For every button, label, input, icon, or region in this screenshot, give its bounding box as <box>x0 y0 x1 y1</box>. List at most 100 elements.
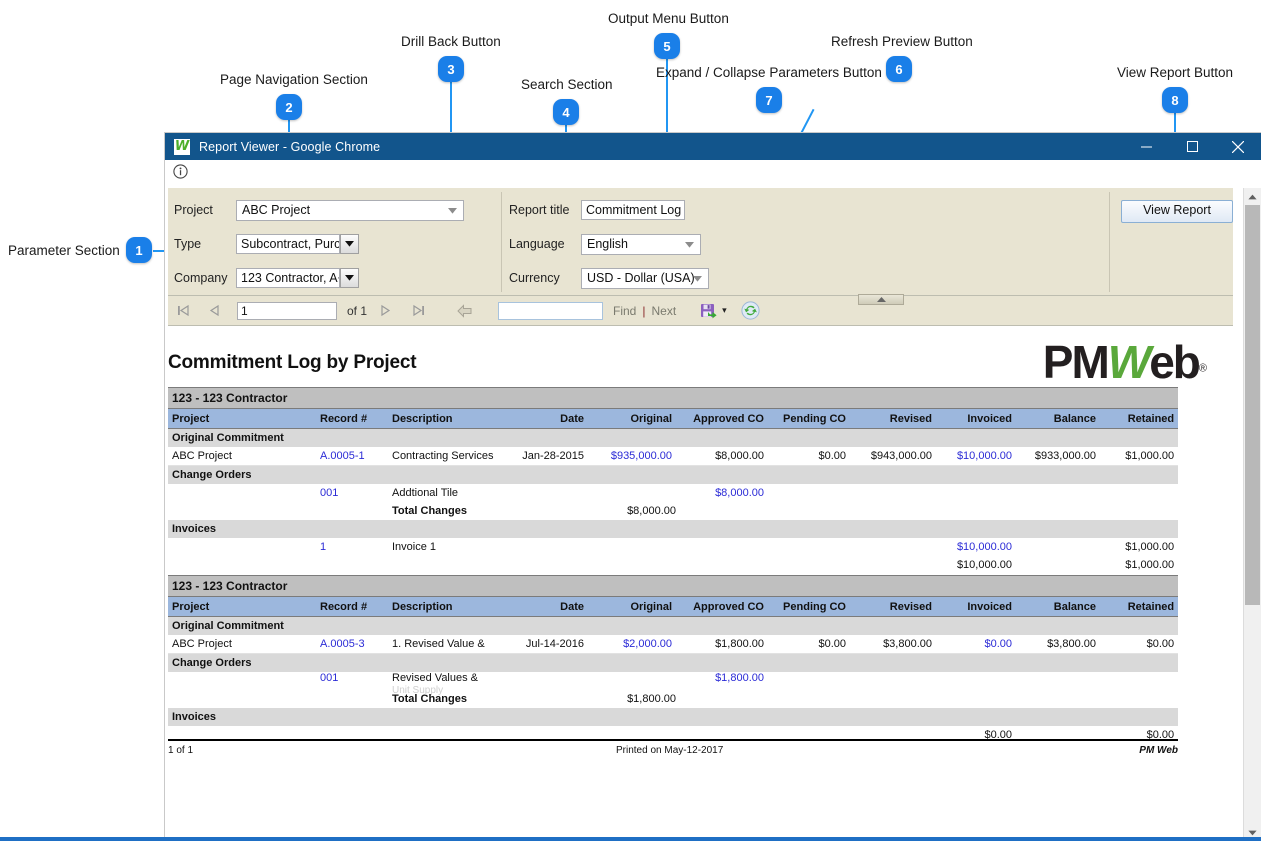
parameter-row-project: Project ABC Project <box>174 193 464 227</box>
cell-approved-co: $8,000.00 <box>676 447 768 466</box>
company-select[interactable]: 123 Contractor, A+ <box>236 268 359 288</box>
cell-invoiced-total: $0.00 <box>936 726 1016 744</box>
subsection-label: Original Commitment <box>168 616 1179 635</box>
window-controls <box>1123 133 1261 160</box>
logo-text-w: W <box>1107 336 1151 388</box>
previous-page-icon[interactable] <box>208 304 221 317</box>
minimize-icon[interactable] <box>1123 133 1169 160</box>
column-header-original: Original <box>588 596 676 617</box>
report-title-input[interactable]: Commitment Log b <box>581 200 685 220</box>
pmweb-favicon-icon: W <box>174 138 190 155</box>
company-chevron-down-icon[interactable] <box>340 268 359 288</box>
browser-info-bar <box>165 160 1261 189</box>
group-header-row: 123 - 123 Contractor <box>168 575 1179 597</box>
cell-record-link[interactable]: A.0005-1 <box>316 447 388 466</box>
annotation-label-1: Parameter Section <box>8 243 120 258</box>
type-chevron-down-icon[interactable] <box>340 234 359 254</box>
refresh-icon[interactable] <box>741 301 760 320</box>
cell-description: Revised Values & Unit Supply <box>388 672 506 696</box>
cell-description-line2: Unit Supply <box>392 685 444 696</box>
table-row: 001 Revised Values & Unit Supply $1,800.… <box>168 672 1179 696</box>
next-button[interactable]: Next <box>651 304 676 318</box>
cell-original-link[interactable]: $2,000.00 <box>588 635 676 654</box>
window-titlebar: W Report Viewer - Google Chrome <box>165 133 1261 160</box>
export-save-icon[interactable] <box>700 303 717 319</box>
cell-approved-co: $1,800.00 <box>676 635 768 654</box>
view-report-button[interactable]: View Report <box>1121 200 1233 223</box>
column-header-pending-co: Pending CO <box>768 408 850 429</box>
search-input[interactable] <box>498 301 604 320</box>
column-header-original: Original <box>588 408 676 429</box>
next-page-icon[interactable] <box>379 304 392 317</box>
language-chevron-down-icon <box>685 235 694 253</box>
find-button[interactable]: Find <box>613 304 636 318</box>
maximize-icon[interactable] <box>1169 133 1215 160</box>
type-select[interactable]: Subcontract, Purch <box>236 234 359 254</box>
find-next-separator: | <box>642 303 646 318</box>
subsection-header-row: Change Orders <box>168 465 1179 484</box>
cell-total-changes-value: $1,800.00 <box>588 690 676 708</box>
column-header-approved-co: Approved CO <box>676 408 768 429</box>
parameter-row-company: Company 123 Contractor, A+ <box>174 261 464 295</box>
report-title-heading: Commitment Log by Project <box>168 352 417 373</box>
cell-retained: $0.00 <box>1100 635 1179 654</box>
cell-description: Invoice 1 <box>388 538 506 556</box>
page-number-input[interactable]: 1 <box>237 301 337 320</box>
cell-description-line1: Revised Values & <box>392 672 479 684</box>
report-footer-divider <box>168 739 1178 741</box>
cell-balance: $933,000.00 <box>1016 447 1100 466</box>
column-header-balance: Balance <box>1016 408 1100 429</box>
logo-text-eb: eb <box>1149 336 1201 388</box>
cell-invoiced-link[interactable]: $0.00 <box>936 635 1016 654</box>
cell-total-changes-value: $8,000.00 <box>588 502 676 520</box>
close-icon[interactable] <box>1215 133 1261 160</box>
cell-record-link[interactable]: 1 <box>316 538 388 556</box>
subsection-header-row: Change Orders <box>168 653 1179 672</box>
language-select[interactable]: English <box>581 233 701 255</box>
vertical-scrollbar[interactable] <box>1243 188 1261 841</box>
expand-collapse-parameters-button[interactable] <box>858 294 904 305</box>
currency-select[interactable]: USD - Dollar (USA) <box>581 267 709 289</box>
group-header-title: 123 - 123 Contractor <box>168 575 1179 597</box>
scrollbar-thumb[interactable] <box>1245 205 1260 605</box>
annotation-label-7: Expand / Collapse Parameters Button <box>656 65 882 80</box>
cell-invoiced-link[interactable]: $10,000.00 <box>936 447 1016 466</box>
first-page-icon[interactable] <box>177 304 190 317</box>
parameter-column-right: Report title Commitment Log b Language E… <box>509 193 709 295</box>
column-header-date: Date <box>506 408 588 429</box>
table-row: 001 Addtional Tile $8,000.00 <box>168 484 1179 502</box>
cell-record-link[interactable]: 001 <box>316 672 388 690</box>
annotation-label-4: Search Section <box>521 77 613 92</box>
last-page-icon[interactable] <box>412 304 425 317</box>
column-header-row: Project Record # Description Date Origin… <box>168 408 1179 429</box>
subsection-header-row: Invoices <box>168 708 1179 726</box>
subsection-label: Change Orders <box>168 653 1179 672</box>
scroll-up-icon[interactable] <box>1244 188 1261 205</box>
cell-original-link[interactable]: $935,000.00 <box>588 447 676 466</box>
subsection-label: Invoices <box>168 708 1179 726</box>
column-header-description: Description <box>388 596 506 617</box>
annotation-badge-2: 2 <box>276 94 302 120</box>
type-label: Type <box>174 237 202 251</box>
page-info-icon[interactable] <box>173 164 188 184</box>
report-title-label: Report title <box>509 203 570 217</box>
subsection-label: Invoices <box>168 520 1179 538</box>
report-viewer-body: Project ABC Project Type Subcontract, Pu… <box>165 188 1261 841</box>
drill-back-icon[interactable] <box>457 303 473 318</box>
cell-invoiced-link[interactable]: $10,000.00 <box>936 538 1016 556</box>
table-row: Total Changes $8,000.00 <box>168 502 1179 520</box>
cell-approved-co-link[interactable]: $1,800.00 <box>676 672 768 690</box>
column-header-balance: Balance <box>1016 596 1100 617</box>
cell-approved-co-link[interactable]: $8,000.00 <box>676 484 768 502</box>
parameter-row-currency: Currency USD - Dollar (USA) <box>509 261 709 295</box>
project-select[interactable]: ABC Project <box>236 199 464 221</box>
cell-record-link[interactable]: A.0005-3 <box>316 635 388 654</box>
table-row: Total Changes $1,800.00 <box>168 690 1179 708</box>
subsection-header-row: Invoices <box>168 520 1179 538</box>
language-label: Language <box>509 237 565 251</box>
column-header-row: Project Record # Description Date Origin… <box>168 596 1179 617</box>
cell-record-link[interactable]: 001 <box>316 484 388 502</box>
annotation-badge-6: 6 <box>886 56 912 82</box>
footer-printed-label: Printed on May-12-2017 <box>616 745 724 756</box>
export-menu-caret-icon[interactable]: ▾ <box>722 305 727 316</box>
